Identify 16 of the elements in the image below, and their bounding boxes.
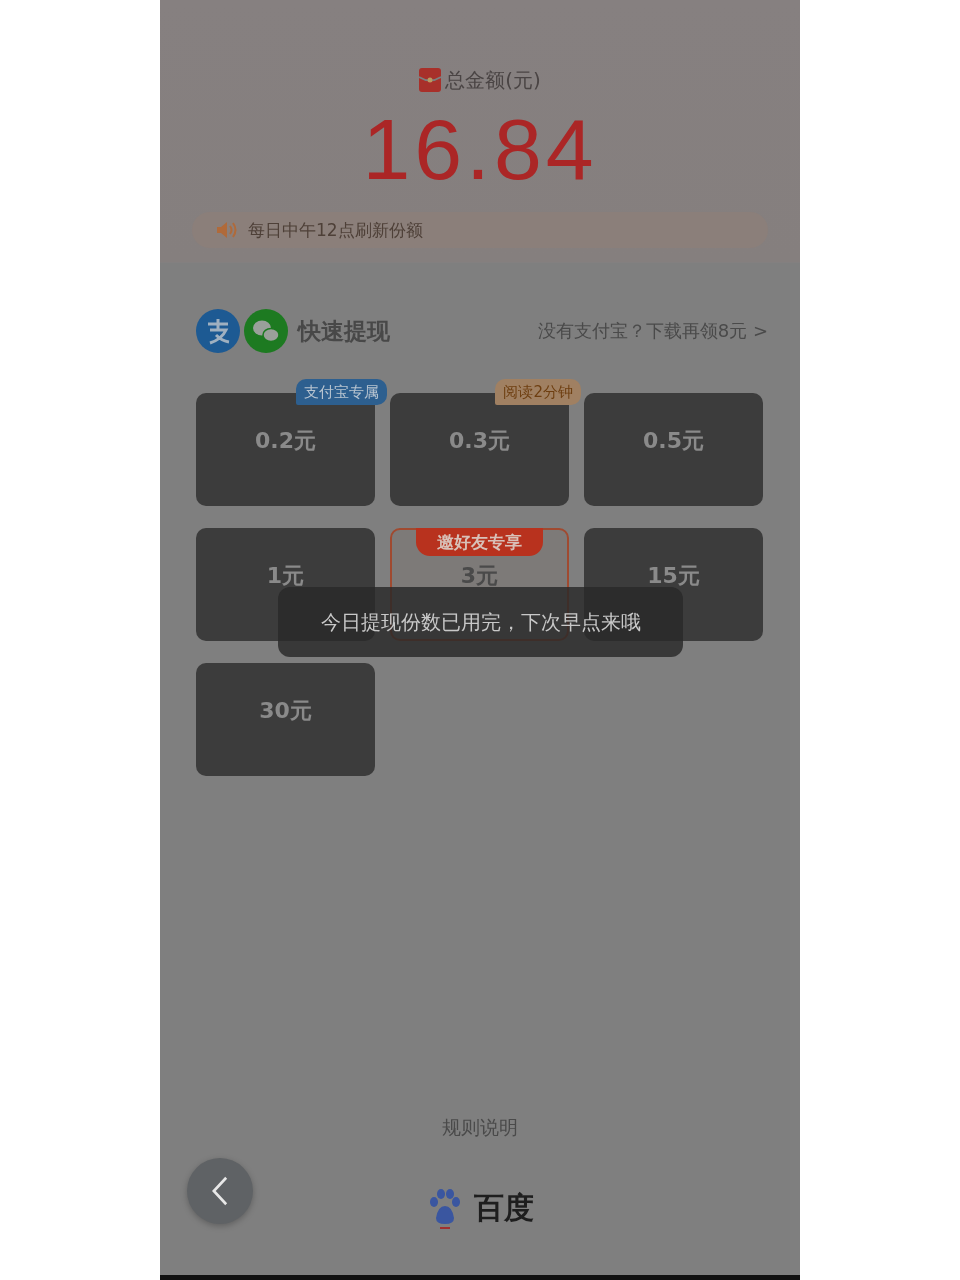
back-button[interactable] xyxy=(187,1158,253,1224)
limit-toast: 今日提现份数已用完，下次早点来哦 xyxy=(278,587,683,657)
option-tag: 支付宝专属 xyxy=(296,379,387,405)
balance-label: 总金额(元) xyxy=(445,66,541,94)
amount-option[interactable]: 0.5元 xyxy=(584,393,763,506)
back-icon xyxy=(211,1176,229,1206)
balance-amount: 16.84 xyxy=(362,104,598,194)
option-tag: 阅读2分钟 xyxy=(495,379,581,405)
amount-option[interactable]: 30元 xyxy=(196,663,375,776)
alipay-icon xyxy=(196,309,240,353)
chat-bubbles-icon xyxy=(244,309,288,353)
notice-text: 每日中午12点刷新份额 xyxy=(248,218,423,242)
envelope-icon xyxy=(419,68,442,92)
brand-name: 百度 xyxy=(474,1188,534,1227)
speaker-icon xyxy=(216,221,238,239)
option-ribbon: 邀好友专享 xyxy=(416,528,543,556)
